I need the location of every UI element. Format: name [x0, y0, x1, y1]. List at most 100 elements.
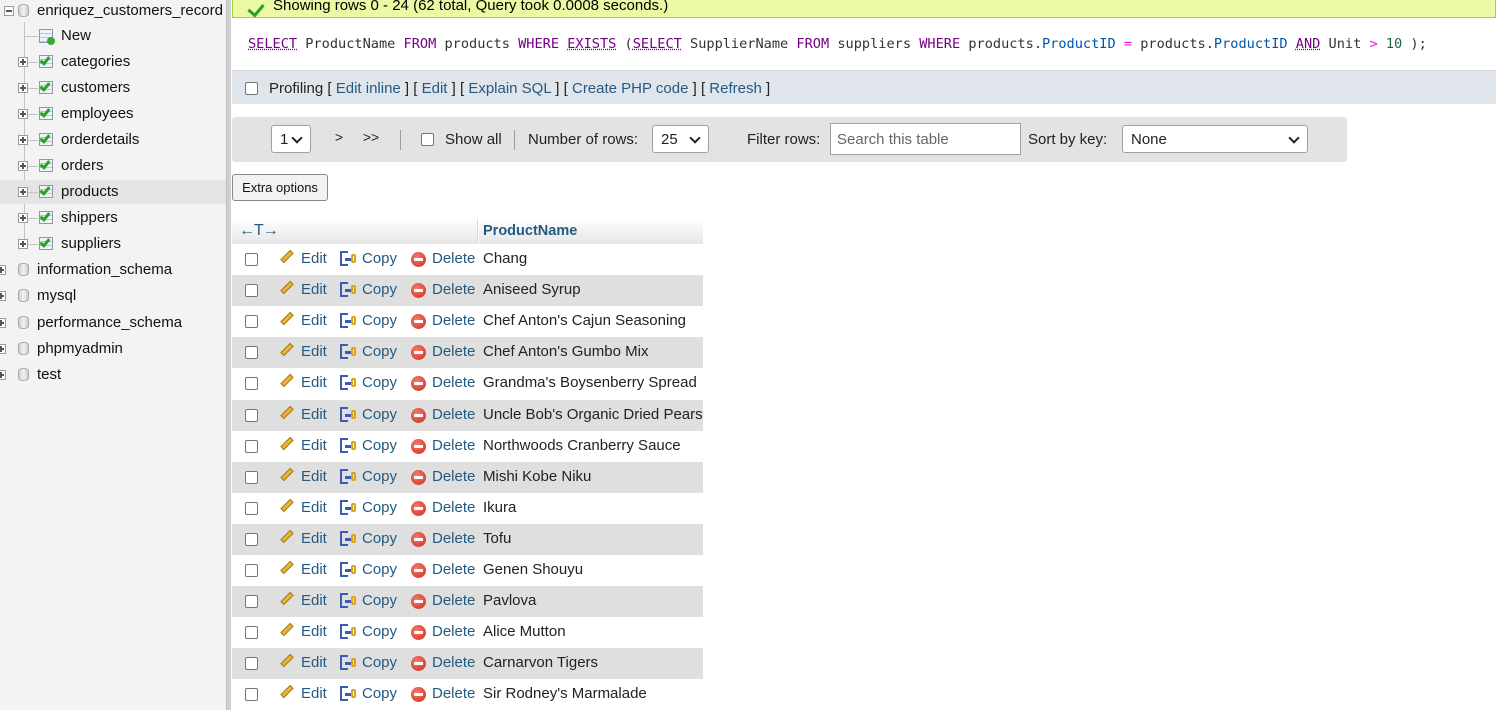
row-checkbox[interactable]: [245, 564, 258, 577]
row-checkbox[interactable]: [245, 595, 258, 609]
row-copy-link[interactable]: Copy: [362, 592, 397, 609]
expand-icon[interactable]: [0, 291, 6, 302]
row-checkbox[interactable]: [245, 439, 258, 453]
row-copy-link[interactable]: Copy: [362, 468, 397, 485]
db-tree-item[interactable]: phpmyadmin: [0, 337, 226, 361]
collapse-icon[interactable]: [4, 6, 14, 16]
profiling-checkbox[interactable]: [245, 82, 258, 95]
db-tree-item[interactable]: performance_schema: [0, 311, 226, 335]
expand-icon[interactable]: [0, 370, 6, 381]
row-edit-link[interactable]: Edit: [301, 654, 327, 671]
row-delete-link[interactable]: Delete: [432, 437, 475, 454]
tree-item-table[interactable]: customers: [0, 76, 226, 100]
edit-inline-link[interactable]: Edit inline: [336, 80, 401, 97]
row-checkbox[interactable]: [245, 284, 258, 298]
row-copy-link[interactable]: Copy: [362, 685, 397, 702]
filter-rows-input[interactable]: [830, 123, 1021, 155]
row-edit-link[interactable]: Edit: [301, 499, 327, 516]
edit-link[interactable]: Edit: [422, 80, 448, 97]
row-edit-link[interactable]: Edit: [301, 312, 327, 329]
row-edit-link[interactable]: Edit: [301, 592, 327, 609]
row-edit-link[interactable]: Edit: [301, 468, 327, 485]
row-checkbox[interactable]: [245, 657, 258, 671]
expand-icon[interactable]: [0, 265, 6, 275]
row-checkbox[interactable]: [245, 315, 258, 329]
copy-icon[interactable]: [340, 313, 356, 329]
row-edit-link[interactable]: Edit: [301, 250, 327, 267]
product-name-cell[interactable]: Chef Anton's Cajun Seasoning: [483, 312, 686, 329]
pencil-icon[interactable]: [280, 280, 294, 295]
product-name-cell[interactable]: Pavlova: [483, 592, 536, 609]
row-copy-link[interactable]: Copy: [362, 343, 397, 360]
row-copy-link[interactable]: Copy: [362, 312, 397, 329]
pencil-icon[interactable]: [280, 591, 294, 606]
pencil-icon[interactable]: [280, 467, 294, 481]
product-name-cell[interactable]: Northwoods Cranberry Sauce: [483, 437, 681, 454]
sort-by-key-select[interactable]: None: [1122, 125, 1308, 153]
expand-icon[interactable]: [18, 213, 28, 223]
tree-item-table[interactable]: orderdetails: [0, 128, 226, 152]
delete-icon[interactable]: [411, 407, 426, 423]
copy-icon[interactable]: [340, 437, 356, 454]
refresh-link[interactable]: Refresh: [709, 80, 762, 97]
row-copy-link[interactable]: Copy: [362, 623, 397, 640]
expand-icon[interactable]: [18, 109, 28, 119]
pencil-icon[interactable]: [280, 374, 294, 388]
delete-icon[interactable]: [411, 625, 426, 641]
number-of-rows-select[interactable]: 25: [652, 125, 709, 153]
delete-icon[interactable]: [411, 563, 426, 578]
delete-icon[interactable]: [411, 438, 426, 454]
product-name-cell[interactable]: Genen Shouyu: [483, 561, 583, 578]
row-delete-link[interactable]: Delete: [432, 281, 475, 298]
row-delete-link[interactable]: Delete: [432, 623, 475, 640]
expand-icon[interactable]: [0, 317, 6, 328]
row-checkbox[interactable]: [245, 408, 258, 422]
column-arrows-icon[interactable]: ←T→: [239, 222, 279, 240]
row-edit-link[interactable]: Edit: [301, 406, 327, 423]
row-copy-link[interactable]: Copy: [362, 530, 397, 547]
row-delete-link[interactable]: Delete: [432, 374, 475, 391]
copy-icon[interactable]: [340, 499, 356, 516]
expand-icon[interactable]: [18, 161, 28, 171]
copy-icon[interactable]: [340, 344, 356, 360]
db-tree-item[interactable]: information_schema: [0, 258, 226, 282]
row-delete-link[interactable]: Delete: [432, 561, 475, 578]
pencil-icon[interactable]: [280, 560, 294, 575]
row-checkbox[interactable]: [245, 626, 258, 640]
expand-icon[interactable]: [0, 343, 6, 354]
copy-icon[interactable]: [340, 406, 356, 423]
delete-icon[interactable]: [411, 345, 426, 361]
row-checkbox[interactable]: [245, 532, 258, 546]
copy-icon[interactable]: [340, 562, 356, 578]
copy-icon[interactable]: [340, 375, 356, 391]
row-copy-link[interactable]: Copy: [362, 281, 397, 298]
product-name-cell[interactable]: Aniseed Syrup: [483, 281, 581, 298]
tree-item-table[interactable]: products: [0, 180, 226, 204]
row-edit-link[interactable]: Edit: [301, 561, 327, 578]
expand-icon[interactable]: [18, 83, 28, 93]
tree-item-table[interactable]: employees: [0, 102, 226, 126]
row-delete-link[interactable]: Delete: [432, 312, 475, 329]
db-tree-item[interactable]: mysql: [0, 284, 226, 308]
pencil-icon[interactable]: [280, 436, 294, 450]
row-copy-link[interactable]: Copy: [362, 374, 397, 391]
product-name-cell[interactable]: Mishi Kobe Niku: [483, 468, 591, 485]
pencil-icon[interactable]: [280, 654, 294, 668]
row-copy-link[interactable]: Copy: [362, 406, 397, 423]
copy-icon[interactable]: [340, 251, 356, 267]
row-delete-link[interactable]: Delete: [432, 654, 475, 671]
product-name-cell[interactable]: Chang: [483, 250, 527, 267]
product-name-cell[interactable]: Chef Anton's Gumbo Mix: [483, 343, 648, 360]
row-checkbox[interactable]: [245, 253, 258, 266]
row-copy-link[interactable]: Copy: [362, 437, 397, 454]
copy-icon[interactable]: [340, 530, 356, 547]
delete-icon[interactable]: [411, 687, 426, 703]
column-header-productname[interactable]: ProductName: [483, 223, 577, 239]
row-edit-link[interactable]: Edit: [301, 281, 327, 298]
pencil-icon[interactable]: [280, 498, 294, 513]
last-page-button[interactable]: >>: [356, 123, 386, 153]
page-select[interactable]: 1: [271, 125, 311, 153]
copy-icon[interactable]: [340, 686, 356, 702]
row-checkbox[interactable]: [245, 377, 258, 391]
row-copy-link[interactable]: Copy: [362, 561, 397, 578]
